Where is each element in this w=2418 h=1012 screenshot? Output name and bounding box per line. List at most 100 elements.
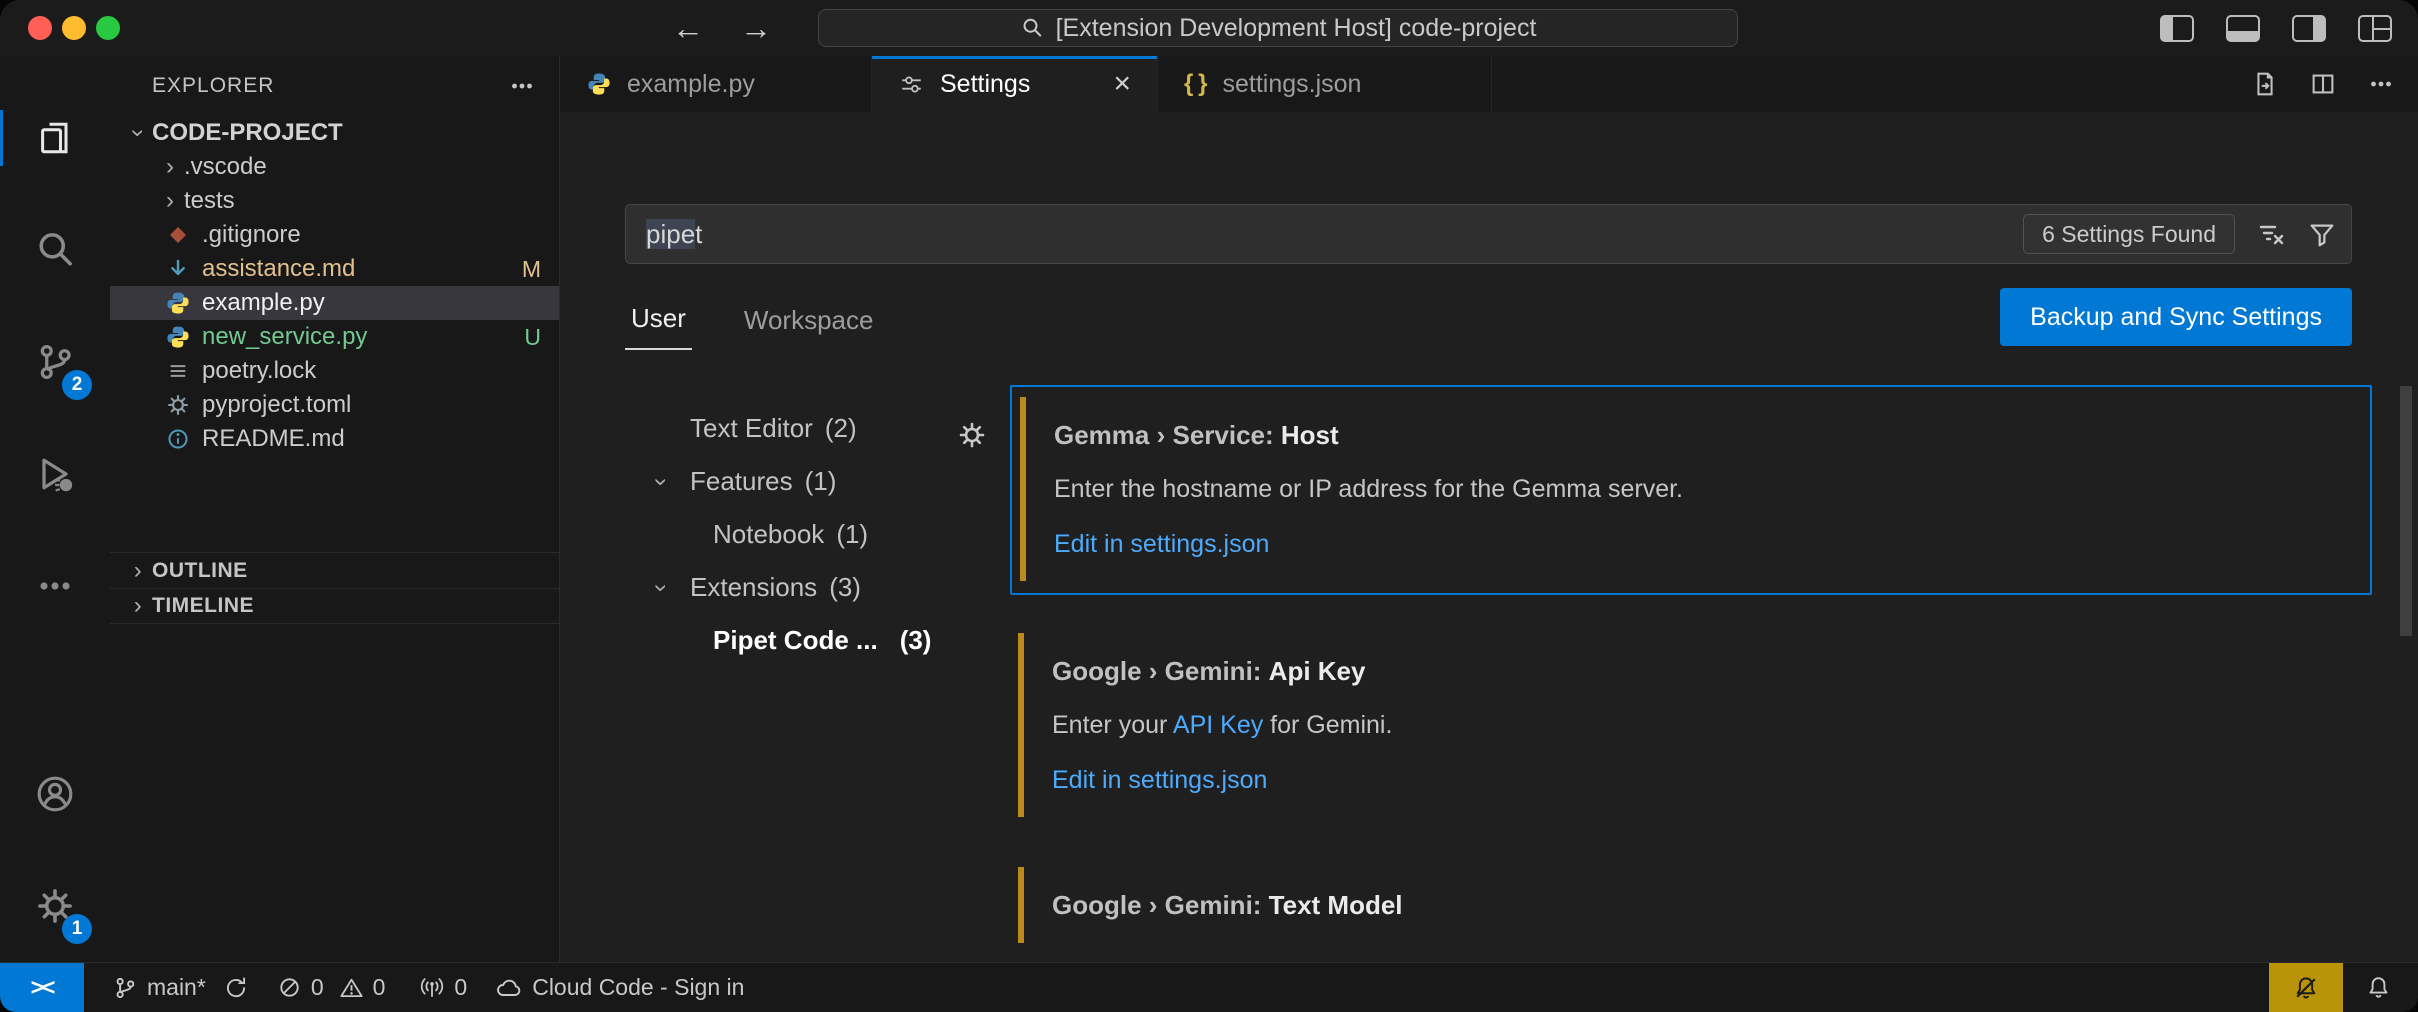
tree-root-code-project[interactable]: › CODE-PROJECT (110, 116, 559, 150)
close-window-button[interactable] (28, 16, 52, 40)
scrollbar-thumb[interactable] (2400, 386, 2412, 636)
titlebar: ← → [Extension Development Host] code-pr… (0, 0, 2418, 56)
setting-row-google-gemini-api-key[interactable]: Google › Gemini: Api Key Enter your API … (1010, 623, 2372, 829)
activity-bar: 2 1 (0, 56, 110, 962)
python-icon (586, 71, 612, 97)
tree-item-assistance-md[interactable]: assistance.md M (110, 252, 559, 286)
ports-status-item[interactable]: 0 (419, 974, 467, 1001)
more-actions-icon[interactable] (2366, 69, 2396, 99)
run-debug-activity-button[interactable] (0, 418, 110, 530)
tab-settings-json[interactable]: { } settings.json (1158, 56, 1492, 112)
clear-filters-icon[interactable] (2255, 218, 2287, 250)
problems-status-item[interactable]: 0 0 (277, 974, 392, 1001)
scope-tab-workspace[interactable]: Workspace (738, 305, 880, 350)
chevron-down-icon: › (124, 119, 152, 147)
setting-description: Enter the hostname or IP address for the… (1054, 474, 2340, 505)
setting-description: Enter your API Key for Gemini. (1052, 710, 2342, 741)
warning-status-item[interactable] (2269, 963, 2343, 1012)
tree-item-example-py[interactable]: example.py (110, 286, 559, 320)
timeline-section-header[interactable]: › TIMELINE (110, 588, 559, 624)
notifications-bell-button[interactable] (2365, 974, 2392, 1001)
accounts-button[interactable] (0, 738, 110, 850)
chevron-right-icon: › (124, 592, 152, 620)
open-settings-json-icon[interactable] (2250, 69, 2280, 99)
more-views-button[interactable] (0, 530, 110, 642)
outline-section-header[interactable]: › OUTLINE (110, 552, 559, 588)
status-bar: >< main* 0 0 0 Cloud Code - Sign in (0, 962, 2418, 1012)
search-icon (1020, 16, 1044, 40)
chevron-right-icon: › (124, 557, 152, 585)
setting-row-google-gemini-text-model[interactable]: Google › Gemini: Text Model (1010, 857, 2372, 955)
customize-layout-icon[interactable] (2358, 15, 2392, 42)
vscode-window: ← → [Extension Development Host] code-pr… (0, 0, 2418, 1012)
remote-icon: >< (31, 974, 54, 1001)
scope-tab-user[interactable]: User (625, 303, 692, 350)
tree-item-readme-md[interactable]: README.md (110, 422, 559, 456)
toc-pipet-code[interactable]: Pipet Code ... (3) (625, 614, 1010, 667)
settings-found-badge: 6 Settings Found (2023, 214, 2235, 254)
tree-item-poetry-lock[interactable]: poetry.lock (110, 354, 559, 388)
git-diamond-icon (160, 222, 196, 248)
explorer-activity-button[interactable] (0, 82, 110, 194)
edit-in-settings-json-link[interactable]: Edit in settings.json (1054, 530, 2340, 559)
bell-slash-icon (2292, 974, 2320, 1002)
chevron-right-icon: › (156, 153, 184, 181)
toggle-sidebar-icon[interactable] (2160, 15, 2194, 42)
run-debug-icon (33, 452, 77, 496)
errors-icon (277, 975, 302, 1000)
back-arrow-icon[interactable]: ← (672, 10, 704, 47)
split-editor-icon[interactable] (2308, 69, 2338, 99)
toc-features[interactable]: › Features (1) (625, 455, 1010, 508)
toggle-panel-icon[interactable] (2226, 15, 2260, 42)
json-braces-icon: { } (1184, 70, 1207, 98)
gear-icon (160, 392, 196, 418)
toggle-secondary-sidebar-icon[interactable] (2292, 15, 2326, 42)
settings-toc: Text Editor (2) › Features (1) Notebook … (625, 356, 1010, 962)
settings-search-input[interactable]: pipet 6 Settings Found (625, 204, 2352, 264)
source-control-activity-button[interactable]: 2 (0, 306, 110, 418)
manage-settings-button[interactable]: 1 (0, 850, 110, 962)
search-activity-button[interactable] (0, 194, 110, 306)
api-key-link[interactable]: API Key (1173, 711, 1263, 739)
edit-in-settings-json-link[interactable]: Edit in settings.json (1052, 766, 2342, 795)
settings-search-value: pipet (646, 219, 702, 250)
cloud-code-status-item[interactable]: Cloud Code - Sign in (495, 974, 744, 1002)
tree-item-vscode[interactable]: › .vscode (110, 150, 559, 184)
python-icon (160, 324, 196, 350)
command-center[interactable]: [Extension Development Host] code-projec… (818, 9, 1738, 47)
settings-list: Gemma › Service: Host Enter the hostname… (1010, 356, 2372, 962)
markdown-icon (160, 256, 196, 282)
info-icon (160, 426, 196, 452)
tab-example-py[interactable]: example.py (560, 56, 872, 112)
account-icon (33, 772, 77, 816)
filter-icon[interactable] (2307, 219, 2337, 249)
backup-sync-settings-button[interactable]: Backup and Sync Settings (2000, 288, 2352, 346)
git-status-badge: U (524, 324, 541, 351)
toc-extensions[interactable]: › Extensions (3) (625, 561, 1010, 614)
close-tab-icon[interactable]: × (1113, 67, 1131, 101)
tab-settings[interactable]: Settings × (872, 56, 1158, 112)
setting-row-gemma-service-host[interactable]: Gemma › Service: Host Enter the hostname… (1010, 385, 2372, 595)
setting-actions-gear-icon[interactable] (956, 419, 988, 451)
tree-item-gitignore[interactable]: .gitignore (110, 218, 559, 252)
minimize-window-button[interactable] (62, 16, 86, 40)
git-status-badge: M (522, 256, 541, 283)
tree-item-new-service-py[interactable]: new_service.py U (110, 320, 559, 354)
explorer-more-actions-icon[interactable] (507, 71, 537, 101)
chevron-right-icon: › (156, 187, 184, 215)
bell-icon (2365, 974, 2392, 1001)
editor-tab-bar: example.py Settings × { } settings.json (560, 56, 2418, 112)
forward-arrow-icon[interactable]: → (740, 10, 772, 47)
python-icon (160, 290, 196, 316)
remote-indicator[interactable]: >< (0, 963, 84, 1012)
branch-status-item[interactable]: main* (112, 974, 249, 1001)
explorer-title: EXPLORER (152, 74, 274, 98)
tree-item-pyproject-toml[interactable]: pyproject.toml (110, 388, 559, 422)
toc-text-editor[interactable]: Text Editor (2) (625, 402, 1010, 455)
zoom-window-button[interactable] (96, 16, 120, 40)
search-icon (33, 228, 77, 272)
tree-item-tests[interactable]: › tests (110, 184, 559, 218)
toc-notebook[interactable]: Notebook (1) (625, 508, 1010, 561)
explorer-sidebar: EXPLORER › CODE-PROJECT › .vscode › test… (110, 56, 560, 962)
settings-badge: 1 (62, 914, 92, 944)
